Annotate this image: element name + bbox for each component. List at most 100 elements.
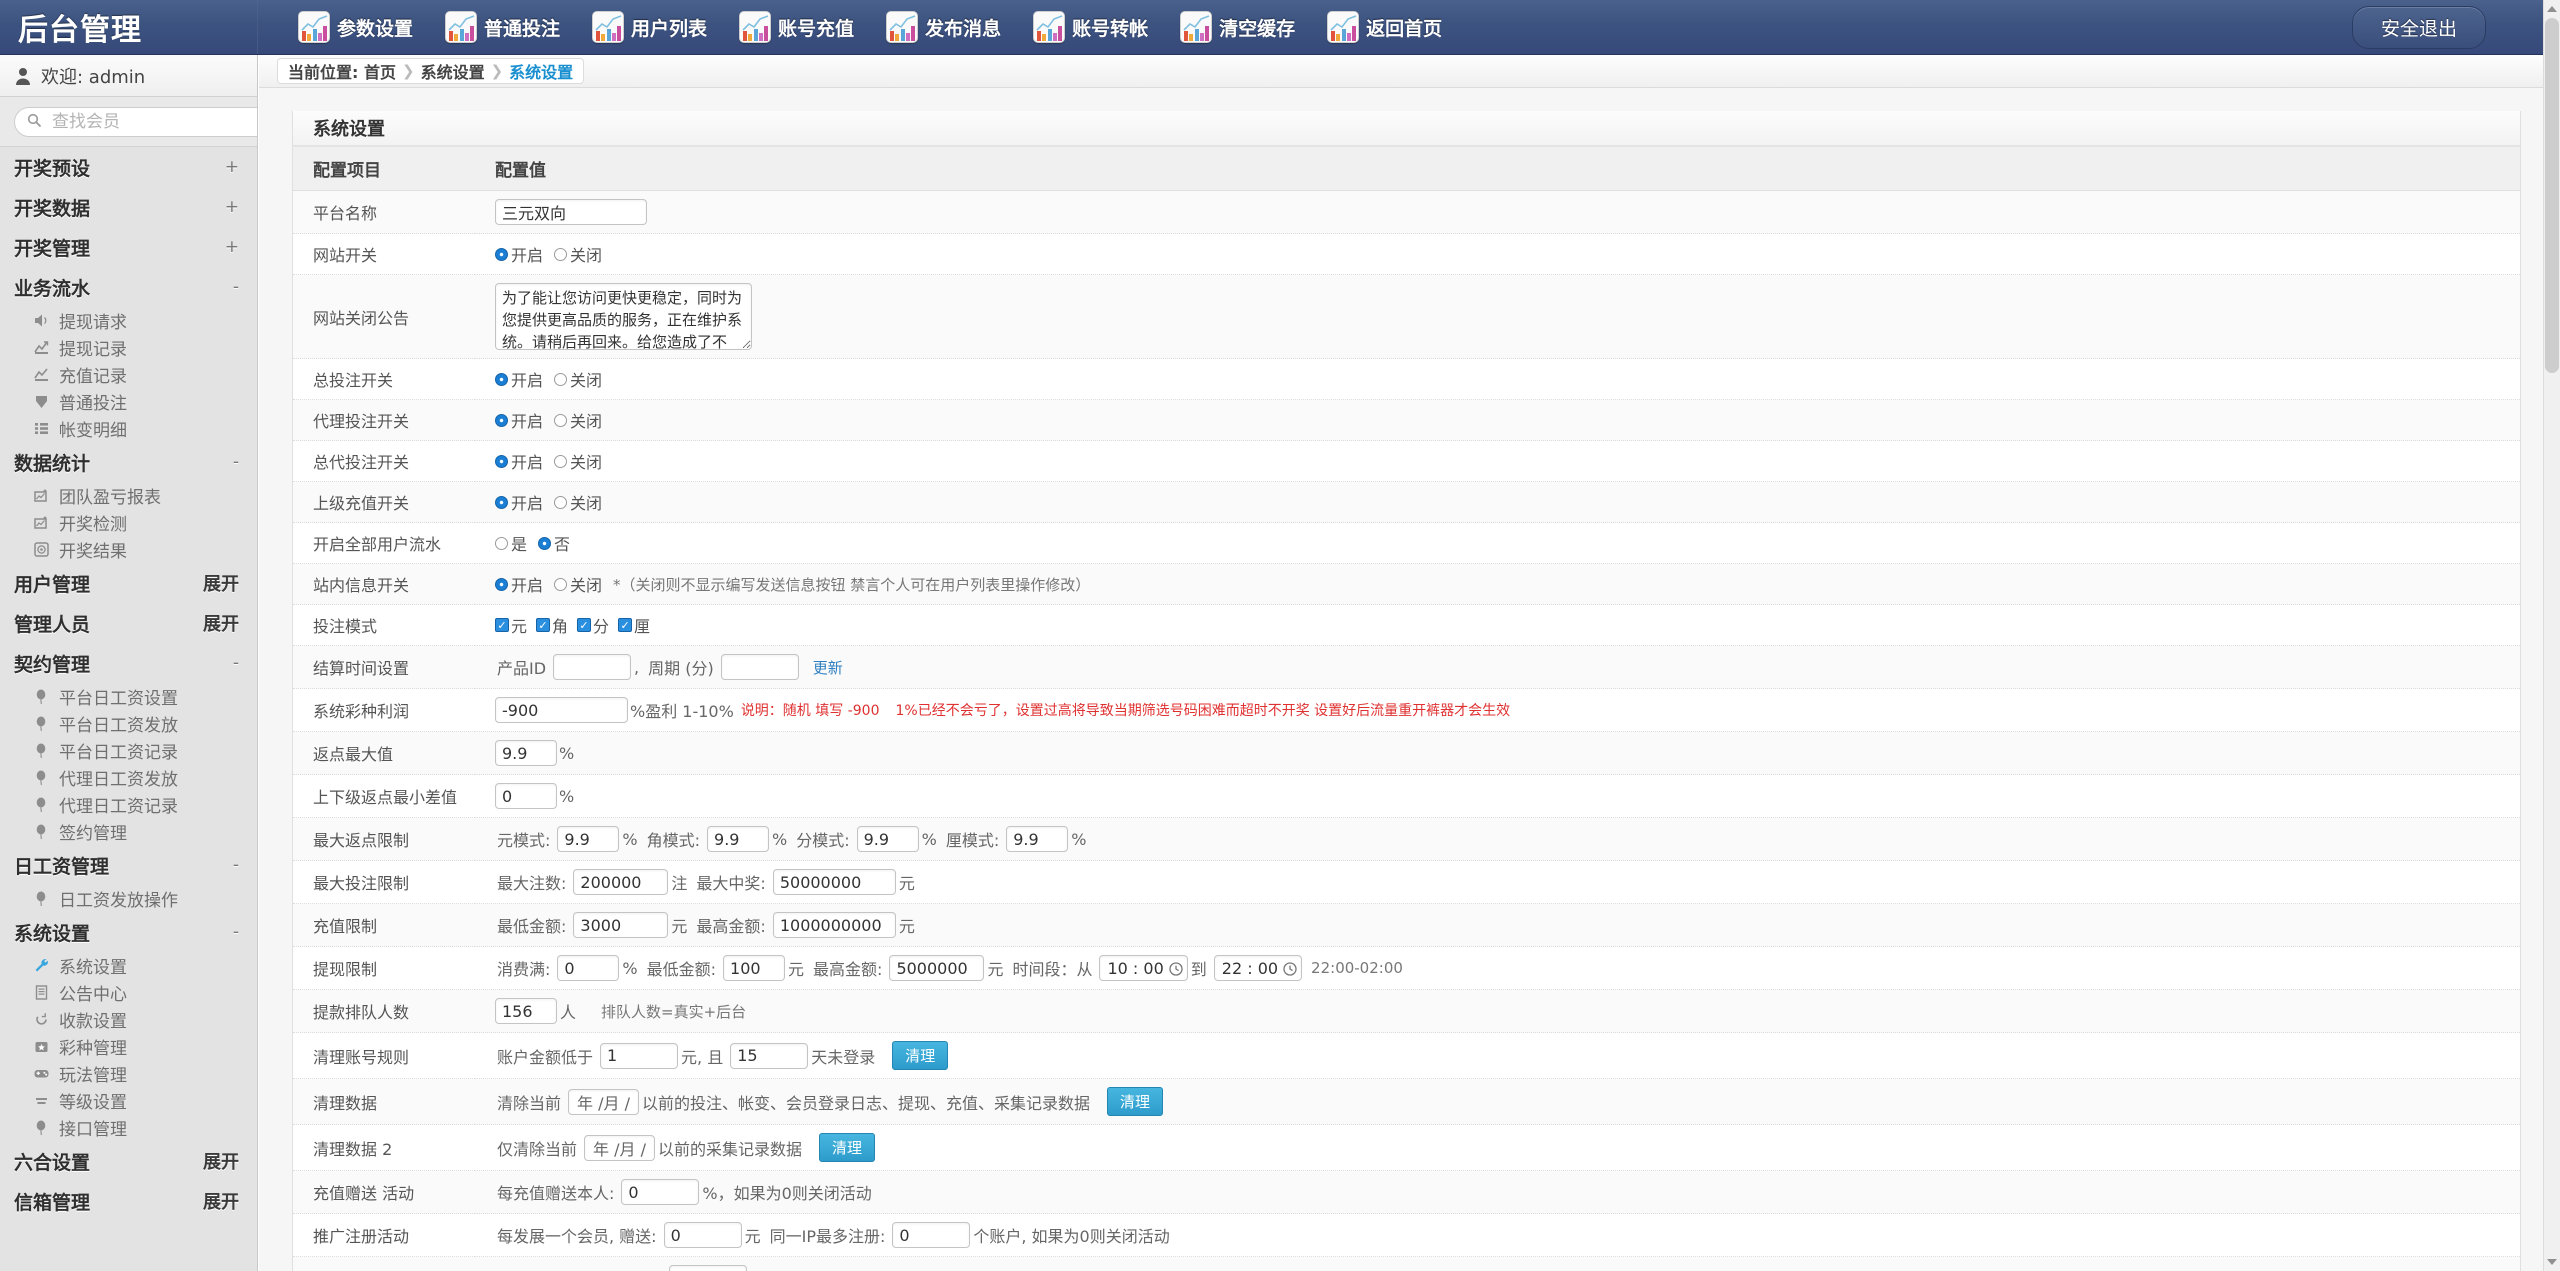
sidebar-group-toggle-icon[interactable]: 展开 (203, 570, 239, 596)
newbie-input[interactable] (669, 1265, 748, 1271)
sidebar-item-8-1[interactable]: 平台日工资设置 (0, 683, 257, 710)
period-input[interactable] (720, 654, 799, 680)
bet-mode-option-4[interactable]: ✓ 厘 (618, 613, 650, 637)
sidebar-item-4-3[interactable]: 充值记录 (0, 361, 257, 388)
max-rebate-input-2[interactable] (707, 826, 770, 852)
bet-mode-option-2[interactable]: ✓ 角 (536, 613, 568, 637)
bet-mode-option-1[interactable]: ✓ 元 (495, 613, 527, 637)
withdraw-max-input[interactable] (889, 955, 985, 981)
withdraw-min-input[interactable] (723, 955, 786, 981)
sidebar-group-4[interactable]: 业务流水 - (0, 267, 257, 307)
sidebar-group-6[interactable]: 用户管理 展开 (0, 563, 257, 603)
sidebar-group-toggle-icon[interactable]: + (225, 197, 239, 217)
product-id-input[interactable] (553, 654, 632, 680)
sidebar-group-toggle-icon[interactable]: - (233, 855, 239, 875)
clean-data-date-input[interactable]: 年 /月 / (568, 1088, 639, 1115)
platform-name-input[interactable] (495, 199, 647, 225)
sidebar-item-10-6[interactable]: 等级设置 (0, 1087, 257, 1114)
page-scrollbar[interactable] (2543, 0, 2560, 1271)
bet-mode-option-3[interactable]: ✓ 分 (577, 613, 609, 637)
sidebar-item-10-2[interactable]: 公告中心 (0, 979, 257, 1006)
sidebar-group-3[interactable]: 开奖管理 + (0, 227, 257, 267)
sidebar-item-10-5[interactable]: 玩法管理 (0, 1060, 257, 1087)
sidebar-item-10-1[interactable]: 系统设置 (0, 952, 257, 979)
sidebar-item-8-2[interactable]: 平台日工资发放 (0, 710, 257, 737)
total-bet-on[interactable]: 开启 (495, 367, 543, 391)
sidebar-item-4-5[interactable]: 帐变明细 (0, 415, 257, 442)
sidebar-item-8-4[interactable]: 代理日工资发放 (0, 764, 257, 791)
sidebar-group-1[interactable]: 开奖预设 + (0, 147, 257, 187)
sidebar-group-toggle-icon[interactable]: 展开 (203, 1148, 239, 1174)
sidebar-group-7[interactable]: 管理人员 展开 (0, 603, 257, 643)
total-agent-bet-on[interactable]: 开启 (495, 449, 543, 473)
sidebar-group-12[interactable]: 信箱管理 展开 (0, 1181, 257, 1221)
sidebar-item-8-6[interactable]: 签约管理 (0, 818, 257, 845)
promote-reg-input-1[interactable] (663, 1222, 742, 1248)
sidebar-item-4-4[interactable]: 普通投注 (0, 388, 257, 415)
nav-item-7[interactable]: 清空缓存 (1164, 0, 1311, 54)
clean-account-button[interactable]: 清理 (892, 1041, 949, 1070)
sidebar-group-toggle-icon[interactable]: - (233, 653, 239, 673)
max-bets-input[interactable] (573, 869, 669, 895)
nav-item-8[interactable]: 返回首页 (1311, 0, 1458, 54)
rebate-min-diff-input[interactable] (495, 783, 557, 809)
nav-item-3[interactable]: 用户列表 (576, 0, 723, 54)
upper-recharge-off[interactable]: 关闭 (554, 490, 602, 514)
withdraw-consume-input[interactable] (557, 955, 620, 981)
nav-item-2[interactable]: 普通投注 (429, 0, 576, 54)
sidebar-item-5-2[interactable]: 开奖检测 (0, 509, 257, 536)
sidebar-item-8-3[interactable]: 平台日工资记录 (0, 737, 257, 764)
clean-rule-days-input[interactable] (730, 1042, 809, 1069)
breadcrumb-section[interactable]: 系统设置 (421, 59, 485, 83)
scroll-up-arrow-icon[interactable] (2547, 6, 2557, 12)
total-agent-bet-off[interactable]: 关闭 (554, 449, 602, 473)
sidebar-group-11[interactable]: 六合设置 展开 (0, 1141, 257, 1181)
recharge-gift-input[interactable] (621, 1179, 700, 1205)
max-rebate-input-1[interactable] (557, 826, 620, 852)
agent-bet-off[interactable]: 关闭 (554, 408, 602, 432)
nav-item-1[interactable]: 参数设置 (282, 0, 429, 54)
scroll-down-arrow-icon[interactable] (2547, 1259, 2557, 1265)
sidebar-item-4-2[interactable]: 提现记录 (0, 334, 257, 361)
upper-recharge-on[interactable]: 开启 (495, 490, 543, 514)
system-profit-input[interactable] (495, 697, 628, 723)
withdraw-time-to[interactable]: 22 : 00 (1213, 955, 1303, 981)
site-notice-textarea[interactable]: 为了能让您访问更快更稳定，同时为您提供更高品质的服务，正在维护系统。请稍后再回来… (495, 283, 752, 350)
sidebar-group-toggle-icon[interactable]: + (225, 237, 239, 257)
sidebar-group-toggle-icon[interactable]: + (225, 157, 239, 177)
sidebar-group-5[interactable]: 数据统计 - (0, 442, 257, 482)
logout-button[interactable]: 安全退出 (2351, 5, 2486, 49)
rebate-max-input[interactable] (495, 740, 557, 766)
clean-data-button[interactable]: 清理 (1107, 1087, 1164, 1116)
sidebar-group-toggle-icon[interactable]: 展开 (203, 610, 239, 636)
total-bet-off[interactable]: 关闭 (554, 367, 602, 391)
sidebar-group-2[interactable]: 开奖数据 + (0, 187, 257, 227)
max-win-input[interactable] (772, 869, 896, 895)
scrollbar-thumb[interactable] (2545, 18, 2559, 373)
all-user-flow-yes[interactable]: 是 (495, 531, 527, 555)
sidebar-item-5-1[interactable]: 团队盈亏报表 (0, 482, 257, 509)
site-msg-off[interactable]: 关闭 (554, 572, 602, 596)
sidebar-group-10[interactable]: 系统设置 - (0, 912, 257, 952)
sidebar-item-10-7[interactable]: 接口管理 (0, 1114, 257, 1141)
nav-item-5[interactable]: 发布消息 (870, 0, 1017, 54)
promote-reg-input-2[interactable] (892, 1222, 971, 1248)
sidebar-item-9-1[interactable]: 日工资发放操作 (0, 885, 257, 912)
withdraw-time-from[interactable]: 10 : 00 (1099, 955, 1188, 981)
sidebar-group-toggle-icon[interactable]: - (233, 452, 239, 472)
clean-data2-button[interactable]: 清理 (819, 1133, 876, 1162)
clean-data2-date-input[interactable]: 年 /月 / (584, 1134, 655, 1161)
agent-bet-on[interactable]: 开启 (495, 408, 543, 432)
clean-rule-amount-input[interactable] (600, 1042, 679, 1069)
sidebar-group-toggle-icon[interactable]: - (233, 277, 239, 297)
sidebar-group-8[interactable]: 契约管理 - (0, 643, 257, 683)
sidebar-group-toggle-icon[interactable]: 展开 (203, 1188, 239, 1214)
nav-item-6[interactable]: 账号转帐 (1017, 0, 1164, 54)
site-msg-on[interactable]: 开启 (495, 572, 543, 596)
site-switch-on[interactable]: 开启 (495, 242, 543, 266)
withdraw-queue-input[interactable] (495, 998, 557, 1024)
max-rebate-input-3[interactable] (856, 826, 919, 852)
sidebar-group-9[interactable]: 日工资管理 - (0, 845, 257, 885)
max-rebate-input-4[interactable] (1006, 826, 1069, 852)
sidebar-item-4-1[interactable]: 提现请求 (0, 307, 257, 334)
